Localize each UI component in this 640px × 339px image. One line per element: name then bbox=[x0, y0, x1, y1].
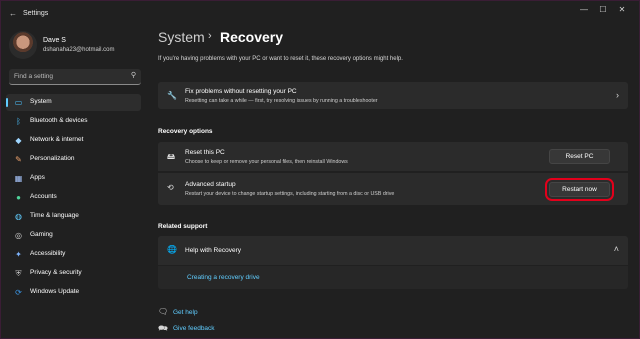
related-support-heading: Related support bbox=[158, 223, 208, 230]
reset-pc-button[interactable]: Reset PC bbox=[549, 149, 610, 164]
help-with-recovery-expander[interactable]: 🌐 Help with Recovery ˄ bbox=[158, 236, 628, 265]
advanced-startup-icon: ⟲ bbox=[167, 183, 174, 192]
sidebar-item-gaming[interactable]: ◎ Gaming bbox=[6, 227, 141, 244]
advanced-startup-card: ⟲ Advanced startup Restart your device t… bbox=[158, 173, 628, 205]
apps-icon: ▦ bbox=[14, 174, 23, 183]
give-feedback-icon: 🗪 bbox=[158, 324, 168, 333]
user-email: dshanaha23@hotmail.com bbox=[43, 47, 115, 53]
close-icon[interactable]: ✕ bbox=[615, 5, 629, 14]
sidebar-item-apps[interactable]: ▦ Apps bbox=[6, 170, 141, 187]
globe-icon: 🌐 bbox=[167, 245, 177, 254]
back-arrow-icon[interactable]: ← bbox=[9, 9, 17, 18]
intro-text: If you're having problems with your PC o… bbox=[158, 56, 403, 62]
maximize-icon[interactable]: ☐ bbox=[596, 5, 610, 14]
sidebar-item-label: Apps bbox=[30, 174, 45, 181]
reset-pc-subtitle: Choose to keep or remove your personal f… bbox=[185, 159, 348, 165]
breadcrumb-system[interactable]: System bbox=[158, 29, 205, 45]
user-name: Dave S bbox=[43, 37, 66, 44]
accessibility-icon: ✦ bbox=[15, 250, 22, 259]
sidebar-item-label: Privacy & security bbox=[30, 269, 82, 276]
sidebar-item-network-internet[interactable]: ◆ Network & internet bbox=[6, 132, 141, 149]
reset-pc-card: 🖴 Reset this PC Choose to keep or remove… bbox=[158, 142, 628, 171]
sidebar-item-label: Network & internet bbox=[30, 136, 84, 143]
search-placeholder: Find a setting bbox=[14, 73, 54, 80]
sidebar-item-label: Windows Update bbox=[30, 288, 80, 295]
help-with-recovery-title: Help with Recovery bbox=[185, 247, 241, 254]
sidebar-item-bluetooth-devices[interactable]: ᛒ Bluetooth & devices bbox=[6, 113, 141, 130]
fix-problems-subtitle: Resetting can take a while — first, try … bbox=[185, 98, 378, 104]
sidebar-item-personalization[interactable]: ✎ Personalization bbox=[6, 151, 141, 168]
sidebar: Dave S dshanaha23@hotmail.com Find a set… bbox=[1, 27, 151, 338]
sidebar-item-accessibility[interactable]: ✦ Accessibility bbox=[6, 246, 141, 263]
restart-now-button[interactable]: Restart now bbox=[545, 178, 614, 201]
active-indicator bbox=[6, 98, 8, 107]
sidebar-item-label: Bluetooth & devices bbox=[30, 117, 88, 124]
reset-pc-icon: 🖴 bbox=[167, 152, 176, 161]
person-icon: ● bbox=[16, 193, 21, 202]
sidebar-item-windows-update[interactable]: ⟳ Windows Update bbox=[6, 284, 141, 301]
fix-problems-title: Fix problems without resetting your PC bbox=[185, 88, 297, 95]
sidebar-item-label: Personalization bbox=[30, 155, 75, 162]
creating-recovery-drive-link[interactable]: Creating a recovery drive bbox=[187, 274, 260, 281]
chevron-right-icon: › bbox=[616, 90, 619, 100]
sidebar-item-label: Accounts bbox=[30, 193, 57, 200]
globe-clock-icon: ◍ bbox=[15, 212, 22, 221]
sidebar-item-accounts[interactable]: ● Accounts bbox=[6, 189, 141, 206]
wrench-icon: 🔧 bbox=[167, 91, 177, 100]
give-feedback-link[interactable]: Give feedback bbox=[173, 325, 215, 332]
shield-icon: ⛨ bbox=[15, 269, 22, 278]
user-profile[interactable]: Dave S dshanaha23@hotmail.com bbox=[9, 31, 149, 67]
sidebar-item-system[interactable]: ▭ System bbox=[6, 94, 141, 111]
sidebar-item-label: Accessibility bbox=[30, 250, 66, 257]
bluetooth-icon: ᛒ bbox=[16, 117, 21, 126]
monitor-icon: ▭ bbox=[14, 98, 23, 107]
brush-icon: ✎ bbox=[15, 155, 22, 164]
search-input[interactable]: Find a setting ⚲ bbox=[9, 69, 141, 85]
wifi-icon: ◆ bbox=[15, 136, 22, 145]
fix-problems-card[interactable]: 🔧 Fix problems without resetting your PC… bbox=[158, 82, 628, 109]
sidebar-item-label: System bbox=[30, 98, 52, 105]
minimize-icon[interactable]: — bbox=[577, 5, 591, 14]
avatar bbox=[9, 31, 37, 59]
sidebar-item-privacy-security[interactable]: ⛨ Privacy & security bbox=[6, 265, 141, 282]
sidebar-item-time-language[interactable]: ◍ Time & language bbox=[6, 208, 141, 225]
get-help-link[interactable]: Get help bbox=[173, 309, 198, 316]
main-content: System › Recovery If you're having probl… bbox=[151, 27, 639, 338]
update-icon: ⟳ bbox=[15, 288, 22, 297]
reset-pc-title: Reset this PC bbox=[185, 149, 225, 156]
sidebar-item-label: Time & language bbox=[30, 212, 79, 219]
app-title: Settings bbox=[23, 10, 49, 17]
search-icon[interactable]: ⚲ bbox=[131, 71, 136, 79]
sidebar-item-label: Gaming bbox=[30, 231, 53, 238]
gamepad-icon: ◎ bbox=[15, 231, 22, 240]
recovery-options-heading: Recovery options bbox=[158, 128, 213, 135]
advanced-startup-title: Advanced startup bbox=[185, 181, 236, 188]
help-with-recovery-content: Creating a recovery drive bbox=[158, 266, 628, 289]
page-title: Recovery bbox=[220, 29, 284, 45]
title-bar: ← Settings — ☐ ✕ bbox=[1, 1, 639, 27]
advanced-startup-subtitle: Restart your device to change startup se… bbox=[185, 191, 395, 197]
get-help-icon: 🗨 bbox=[158, 307, 169, 316]
chevron-up-icon: ˄ bbox=[613, 244, 619, 254]
breadcrumb-separator-icon: › bbox=[208, 30, 212, 42]
